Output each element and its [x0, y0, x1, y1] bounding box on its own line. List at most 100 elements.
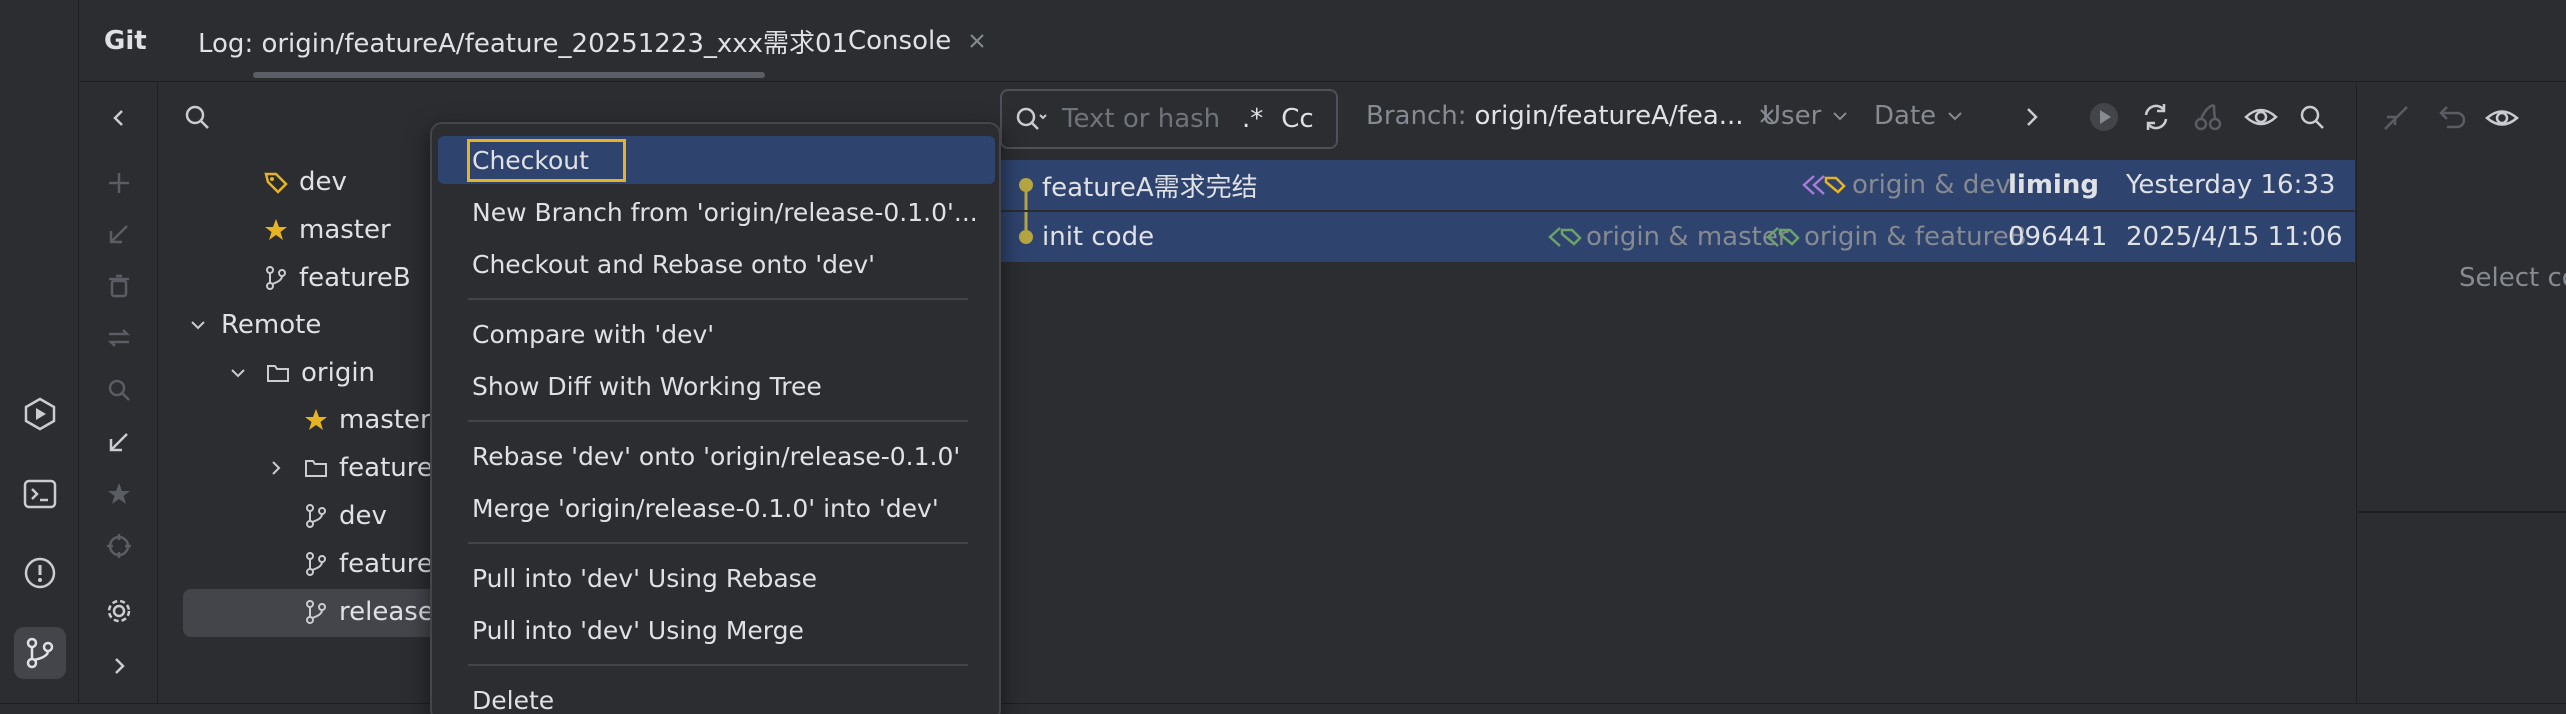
eye-icon[interactable]	[2485, 103, 2519, 133]
branches-toolbar	[80, 83, 158, 703]
chevron-down-icon	[221, 356, 255, 390]
menu-item-show-diff[interactable]: Show Diff with Working Tree	[438, 362, 995, 410]
chevron-down-icon	[1831, 107, 1849, 125]
menu-item-compare[interactable]: Compare with 'dev'	[438, 310, 995, 358]
graph-node-icon	[1016, 160, 1036, 210]
ref-badge: origin & dev	[1800, 160, 2011, 210]
fetch-icon[interactable]	[102, 425, 136, 459]
commit-date: Yesterday 16:33	[2126, 170, 2336, 200]
git-title: Git	[104, 26, 147, 56]
star-icon	[299, 403, 333, 437]
tag-icon	[259, 165, 293, 199]
menu-item-pull-merge[interactable]: Pull into 'dev' Using Merge	[438, 606, 995, 654]
branch-context-menu: Checkout New Branch from 'origin/release…	[430, 122, 1001, 714]
branch-icon	[299, 499, 333, 533]
terminal-icon[interactable]	[14, 468, 66, 520]
commit-author: liming	[2008, 170, 2099, 200]
graph-node-icon	[1016, 212, 1036, 262]
problems-icon[interactable]	[14, 547, 66, 599]
star-icon	[259, 213, 293, 247]
collapse-all-icon[interactable]	[2381, 103, 2411, 133]
log-toolbar: Text or hash .* Cc Branch: origin/featur…	[1000, 83, 2355, 153]
tag-icon	[1546, 224, 1582, 250]
tag-icon	[1764, 224, 1800, 250]
chevron-right-icon	[259, 451, 293, 485]
status-bar	[0, 703, 2566, 714]
favorite-icon[interactable]	[102, 477, 136, 511]
divider	[2357, 511, 2566, 513]
details-placeholder: Select co	[2459, 263, 2566, 293]
collapse-left-icon[interactable]	[102, 101, 136, 135]
activity-bar	[0, 0, 79, 714]
commit-log: featureA需求完结 origin & dev liming Yesterd…	[1000, 157, 2355, 703]
run-icon[interactable]	[2088, 101, 2120, 133]
branch-icon	[299, 547, 333, 581]
commit-author: 096441	[2008, 222, 2108, 252]
user-filter[interactable]: User	[1762, 101, 1849, 131]
tree-item-origin-featureB[interactable]: featureB	[299, 542, 451, 586]
update-icon[interactable]	[102, 217, 136, 251]
menu-item-rebase[interactable]: Rebase 'dev' onto 'origin/release-0.1.0'	[438, 432, 995, 480]
branch-icon	[299, 595, 333, 629]
expand-right-icon[interactable]	[102, 649, 136, 683]
ref-badge: origin & featureB	[1764, 212, 2027, 262]
more-filters-icon[interactable]	[2022, 105, 2042, 129]
tree-item-origin-master[interactable]: master	[299, 398, 431, 442]
menu-item-checkout[interactable]: Checkout	[438, 136, 995, 184]
date-filter[interactable]: Date	[1874, 101, 1964, 131]
git-tool-window-icon[interactable]	[14, 627, 66, 679]
menu-item-merge[interactable]: Merge 'origin/release-0.1.0' into 'dev'	[438, 484, 995, 532]
cherry-pick-icon[interactable]	[2192, 101, 2224, 133]
menu-item-pull-rebase[interactable]: Pull into 'dev' Using Rebase	[438, 554, 995, 602]
log-search-placeholder: Text or hash	[1062, 104, 1221, 134]
settings-gear-icon[interactable]	[102, 594, 136, 628]
menu-separator	[468, 664, 968, 666]
search-icon[interactable]	[102, 373, 136, 407]
search-icon[interactable]	[2298, 103, 2326, 131]
menu-item-checkout-rebase[interactable]: Checkout and Rebase onto 'dev'	[438, 240, 995, 288]
menu-item-delete[interactable]: Delete	[438, 676, 995, 714]
tree-item-origin-featureA[interactable]: featureA	[259, 446, 451, 490]
tag-icon	[1800, 172, 1848, 198]
commit-date: 2025/4/15 11:06	[2126, 222, 2343, 252]
revert-icon[interactable]	[2435, 103, 2465, 133]
chevron-down-icon	[181, 308, 215, 342]
tab-log[interactable]: Log: origin/featureA/feature_20251223_xx…	[198, 0, 848, 82]
tab-console[interactable]: Console	[848, 0, 951, 82]
table-row[interactable]: init code origin & master origin & featu…	[1000, 212, 2355, 262]
tool-window-header: Git Log: origin/featureA/feature_2025122…	[80, 0, 2566, 82]
search-options-icon[interactable]	[1014, 105, 1048, 133]
services-icon[interactable]	[14, 388, 66, 440]
table-row[interactable]: featureA需求完结 origin & dev liming Yesterd…	[1000, 160, 2355, 210]
ref-badge: origin & master	[1546, 212, 1789, 262]
regex-toggle[interactable]: .*	[1242, 104, 1263, 134]
tree-group-remote[interactable]: Remote	[181, 303, 321, 347]
locate-icon[interactable]	[102, 529, 136, 563]
compare-icon[interactable]	[102, 321, 136, 355]
menu-separator	[468, 542, 968, 544]
branch-search-icon[interactable]	[183, 103, 211, 131]
menu-separator	[468, 420, 968, 422]
log-search-box[interactable]: Text or hash .* Cc	[1000, 89, 1338, 149]
menu-item-new-branch[interactable]: New Branch from 'origin/release-0.1.0'..…	[438, 188, 995, 236]
tree-item-dev-tag[interactable]: dev	[259, 160, 347, 204]
delete-icon[interactable]	[102, 269, 136, 303]
commit-message: featureA需求完结	[1042, 172, 1258, 203]
new-branch-icon[interactable]	[102, 166, 136, 200]
branch-icon	[259, 261, 293, 295]
tree-group-origin[interactable]: origin	[221, 351, 375, 395]
active-tab-indicator	[253, 72, 765, 78]
menu-separator	[468, 298, 968, 300]
commit-details-panel: Select co	[2356, 83, 2566, 703]
chevron-down-icon	[1946, 107, 1964, 125]
match-case-toggle[interactable]: Cc	[1281, 104, 1313, 134]
refresh-icon[interactable]	[2140, 101, 2172, 133]
branch-filter[interactable]: Branch: origin/featureA/fea...	[1366, 101, 1776, 131]
tree-item-featureB[interactable]: featureB	[259, 256, 411, 300]
tree-item-origin-dev[interactable]: dev	[299, 494, 387, 538]
folder-icon	[261, 356, 295, 390]
commit-message: init code	[1042, 222, 1155, 252]
tree-item-master[interactable]: master	[259, 208, 391, 252]
close-icon[interactable]	[968, 0, 986, 82]
eye-icon[interactable]	[2244, 101, 2278, 133]
